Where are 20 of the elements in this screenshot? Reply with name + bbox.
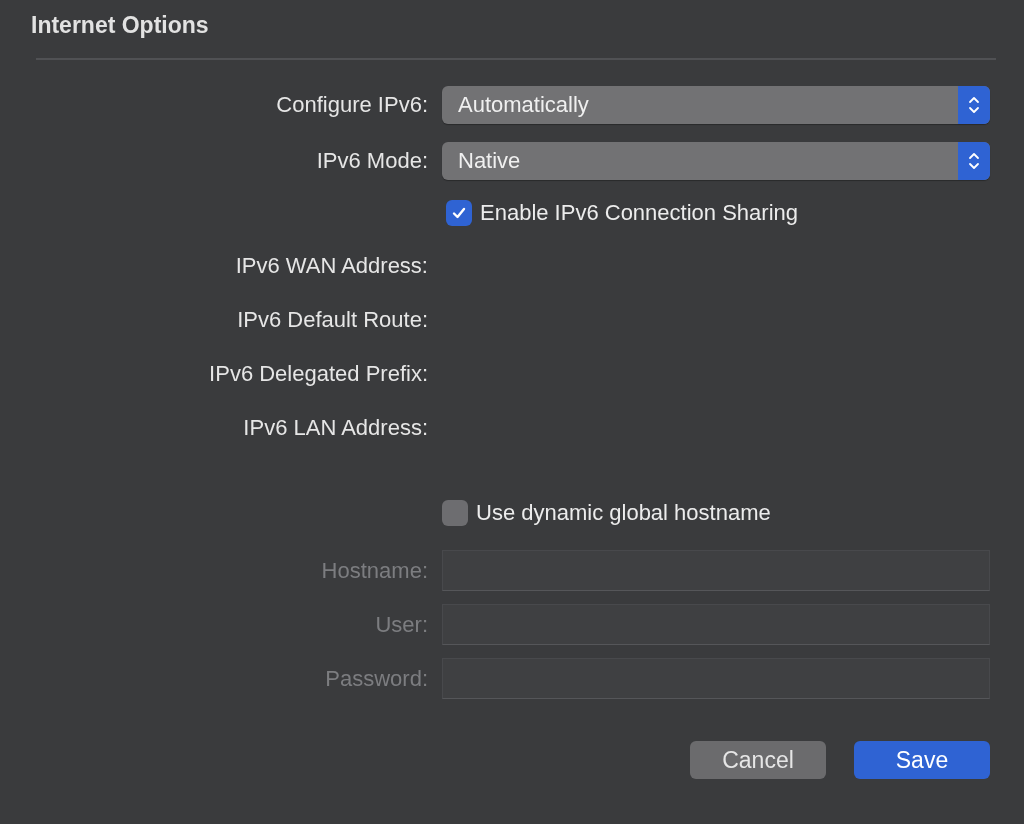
field-label: IPv6 Delegated Prefix:	[209, 361, 428, 387]
field-label: IPv6 Default Route:	[237, 307, 428, 333]
checkbox[interactable]	[446, 200, 472, 226]
field-label: IPv6 Mode:	[316, 148, 428, 174]
field-label: IPv6 LAN Address:	[243, 415, 428, 441]
field-label: Hostname:	[321, 557, 428, 584]
chevron-up-down-icon	[958, 142, 990, 180]
cancel-button[interactable]: Cancel	[690, 741, 826, 779]
dialog-title: Internet Options	[31, 11, 210, 40]
chevron-up-down-icon	[958, 86, 990, 124]
save-button[interactable]: Save	[854, 741, 990, 779]
field-label: Configure IPv6:	[276, 92, 428, 118]
field-label: IPv6 WAN Address:	[235, 253, 428, 279]
checkbox-label: Use dynamic global hostname	[476, 500, 771, 526]
field-label: Password:	[325, 665, 428, 692]
field-label: User:	[375, 611, 428, 638]
checkbox-label: Enable IPv6 Connection Sharing	[480, 200, 798, 226]
checkbox[interactable]	[442, 500, 468, 526]
popup-button[interactable]: Automatically	[442, 86, 990, 124]
popup-button[interactable]: Native	[442, 142, 990, 180]
